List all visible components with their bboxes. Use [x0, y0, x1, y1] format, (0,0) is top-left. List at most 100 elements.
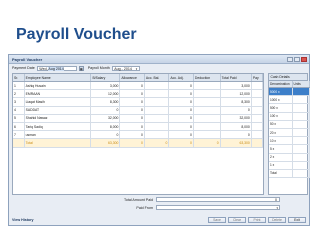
- cell-allowance[interactable]: 0: [119, 114, 145, 123]
- cell-deduction[interactable]: [193, 130, 221, 140]
- paid-from-select[interactable]: ▾: [156, 205, 280, 210]
- cash-row[interactable]: 1 x: [269, 161, 310, 170]
- total-deduction: 0: [193, 138, 221, 148]
- col-deduction[interactable]: Deduction: [193, 74, 221, 82]
- cell-pay[interactable]: [251, 97, 263, 107]
- cell-acc-adj[interactable]: 0: [168, 89, 194, 99]
- payroll-month-select[interactable]: Aug - 2014 ▾: [111, 65, 140, 71]
- cell-total-paid: 8,000: [220, 122, 252, 132]
- col-acc-adj[interactable]: Acc. Adj.: [168, 74, 194, 82]
- units-field[interactable]: [292, 136, 310, 146]
- cell-total-paid: 32,000: [220, 114, 252, 123]
- clear-button[interactable]: Clear: [228, 217, 246, 223]
- cash-row[interactable]: 20 x: [269, 128, 310, 138]
- cell-deduction[interactable]: [193, 89, 221, 99]
- units-field[interactable]: [292, 144, 310, 154]
- units-field[interactable]: [292, 153, 310, 162]
- save-button[interactable]: Save: [208, 217, 226, 223]
- cell-allowance[interactable]: 0: [119, 122, 145, 132]
- cash-row[interactable]: 5000 x: [269, 87, 310, 97]
- cell-acc-adj[interactable]: 0: [168, 97, 194, 107]
- payment-date-day: Wed,: [39, 66, 48, 71]
- cell-acc-adj[interactable]: 0: [168, 106, 194, 115]
- col-sr[interactable]: Sr.: [13, 74, 25, 82]
- cell-deduction[interactable]: [193, 97, 221, 107]
- table-row[interactable]: 4 SADDAT 0 0 0 0: [13, 106, 263, 115]
- cell-allowance[interactable]: 0: [119, 97, 145, 107]
- cash-row[interactable]: 50 x: [269, 120, 310, 129]
- print-button[interactable]: Print: [248, 217, 266, 223]
- table-row[interactable]: 7 usman 0 0 0 0: [13, 130, 263, 140]
- cell-acc-adj[interactable]: 0: [168, 130, 194, 140]
- cash-details-panel: Cash Details Denomination Units 5000 x 1…: [268, 73, 310, 195]
- col-employee-name[interactable]: Employee Name: [24, 74, 92, 82]
- cell-pay[interactable]: [251, 130, 263, 140]
- cell-bsalary[interactable]: 0: [90, 130, 121, 140]
- cell-employee-name: Tariq Sadiq: [24, 122, 92, 132]
- denomination-label: 2 x: [269, 153, 293, 162]
- table-row[interactable]: 2 EMRAAN 12,000 0 0 12,000: [13, 89, 263, 99]
- cell-pay[interactable]: [251, 122, 263, 132]
- cell-pay[interactable]: [251, 114, 263, 123]
- total-amount-paid-field: 0: [156, 197, 280, 202]
- exit-button[interactable]: Exit: [288, 217, 306, 223]
- cell-bsalary[interactable]: 0: [90, 106, 121, 115]
- slide-title: Payroll Voucher: [16, 26, 137, 43]
- close-icon[interactable]: [301, 56, 307, 62]
- calendar-icon[interactable]: ▦: [78, 65, 84, 71]
- cell-deduction[interactable]: [193, 122, 221, 132]
- units-field[interactable]: [292, 120, 310, 129]
- col-bsalary[interactable]: B/Salary: [90, 74, 121, 82]
- cash-row[interactable]: 5 x: [269, 144, 310, 154]
- minimize-icon[interactable]: [287, 56, 293, 62]
- cell-deduction[interactable]: [193, 81, 221, 91]
- cash-row[interactable]: 2 x: [269, 153, 310, 162]
- cell-allowance[interactable]: 0: [119, 81, 145, 91]
- cash-total-label: Total: [269, 169, 293, 179]
- cell-acc-adj[interactable]: 0: [168, 122, 194, 132]
- payment-date-field[interactable]: Wed, Aug 2014: [36, 65, 77, 71]
- cell-bsalary[interactable]: 12,000: [90, 89, 121, 99]
- maximize-icon[interactable]: [294, 56, 300, 62]
- grid-header-row: Sr. Employee Name B/Salary Allowance Acc…: [13, 74, 263, 82]
- cash-row[interactable]: 1000 x: [269, 95, 310, 105]
- units-field[interactable]: [292, 112, 310, 121]
- cell-allowance[interactable]: 0: [119, 89, 145, 99]
- cell-bsalary[interactable]: 32,000: [90, 114, 121, 123]
- table-row[interactable]: 1 Ashiq Husain 3,000 0 0 3,000: [13, 81, 263, 91]
- col-allowance[interactable]: Allowance: [119, 74, 145, 82]
- cell-acc-adj[interactable]: 0: [168, 81, 194, 91]
- units-field[interactable]: [292, 87, 310, 97]
- cell-allowance[interactable]: 0: [119, 106, 145, 115]
- col-total-paid[interactable]: Total Paid: [220, 74, 252, 82]
- window-title: Payroll Voucher: [12, 56, 43, 62]
- cash-row[interactable]: 10 x: [269, 136, 310, 146]
- employee-grid[interactable]: Sr. Employee Name B/Salary Allowance Acc…: [12, 73, 264, 195]
- total-acc-bal: 0: [144, 138, 170, 148]
- units-field[interactable]: [292, 161, 310, 170]
- col-acc-bal[interactable]: Acc. Bal.: [144, 74, 170, 82]
- cell-deduction[interactable]: [193, 106, 221, 115]
- view-history-link[interactable]: View History: [12, 218, 34, 222]
- units-field[interactable]: [292, 95, 310, 105]
- cell-pay[interactable]: [251, 89, 263, 99]
- table-row[interactable]: 3 Liaqat Masih 8,300 0 0 8,300: [13, 97, 263, 107]
- cell-allowance[interactable]: 0: [119, 130, 145, 140]
- cell-bsalary[interactable]: 8,300: [90, 97, 121, 107]
- units-field[interactable]: [292, 103, 310, 113]
- cell-bsalary[interactable]: 3,000: [90, 81, 121, 91]
- payroll-month-label: Payroll Month: [87, 66, 110, 70]
- cell-pay[interactable]: [251, 81, 263, 91]
- cash-row[interactable]: 100 x: [269, 112, 310, 121]
- cell-bsalary[interactable]: 8,000: [90, 122, 121, 132]
- table-row[interactable]: 5 Shahid Nawaz 32,000 0 0 32,000: [13, 114, 263, 123]
- cell-total-paid: 0: [220, 130, 252, 140]
- delete-button[interactable]: Delete: [268, 217, 286, 223]
- cell-deduction[interactable]: [193, 114, 221, 123]
- table-row[interactable]: 6 Tariq Sadiq 8,000 0 0 8,000: [13, 122, 263, 132]
- cell-pay[interactable]: [251, 106, 263, 115]
- cell-acc-adj[interactable]: 0: [168, 114, 194, 123]
- col-pay[interactable]: Pay: [251, 74, 263, 82]
- cash-row[interactable]: 500 x: [269, 103, 310, 113]
- units-field[interactable]: [292, 128, 310, 138]
